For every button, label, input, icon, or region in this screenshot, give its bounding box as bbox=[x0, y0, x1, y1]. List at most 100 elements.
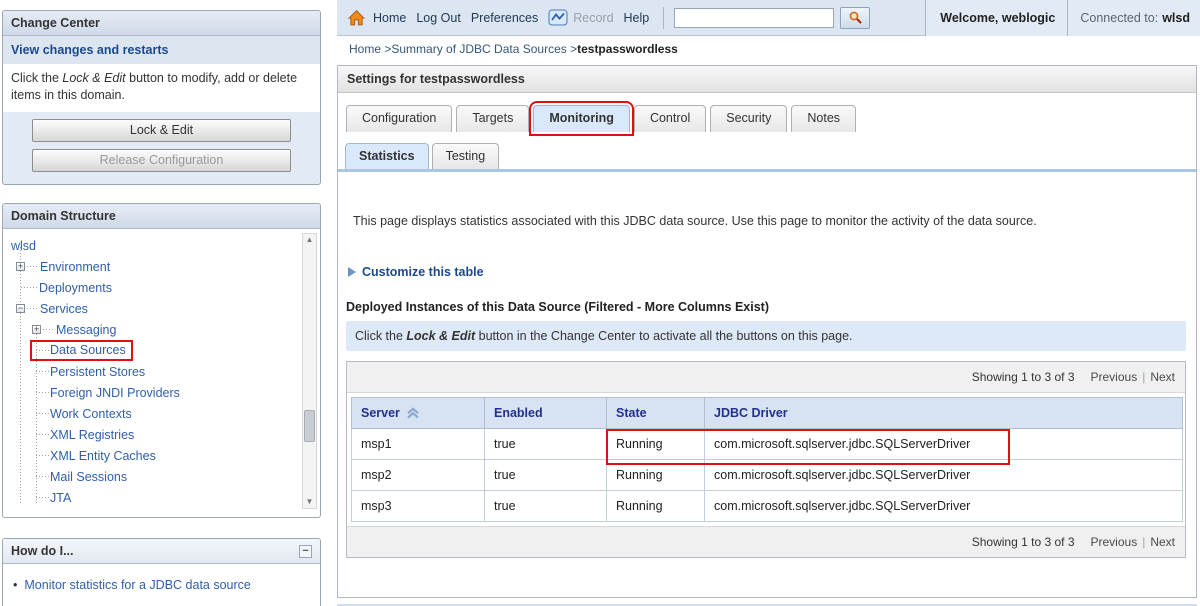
record-icon bbox=[548, 9, 568, 26]
tab-notes[interactable]: Notes bbox=[791, 105, 856, 132]
cell-server: msp3 bbox=[352, 491, 485, 522]
plus-icon[interactable]: + bbox=[16, 262, 25, 271]
cell-enabled: true bbox=[485, 460, 607, 491]
tree-dash bbox=[36, 434, 49, 435]
home-link[interactable]: Home bbox=[373, 11, 406, 25]
tree-item-xml-entity-caches[interactable]: XML Entity Caches bbox=[3, 445, 320, 466]
data-table-container: Showing 1 to 3 of 3 Previous | Next Serv… bbox=[346, 361, 1186, 558]
pagination-top: Showing 1 to 3 of 3 Previous | Next bbox=[347, 362, 1185, 393]
breadcrumb-current: testpasswordless bbox=[577, 42, 678, 56]
bullet-icon: • bbox=[13, 578, 17, 592]
showing-count: Showing 1 to 3 of 3 bbox=[972, 370, 1075, 384]
preferences-link[interactable]: Preferences bbox=[471, 11, 538, 25]
cell-state: Running bbox=[607, 460, 705, 491]
tree-dash bbox=[36, 371, 49, 372]
tree-dash bbox=[36, 413, 49, 414]
column-server[interactable]: Server bbox=[352, 398, 485, 429]
red-annotation-box: Data Sources bbox=[32, 342, 131, 359]
release-configuration-button: Release Configuration bbox=[32, 149, 292, 172]
subtab-statistics[interactable]: Statistics bbox=[345, 143, 429, 169]
table-row[interactable]: msp3 true Running com.microsoft.sqlserve… bbox=[352, 491, 1183, 522]
subtab-testing[interactable]: Testing bbox=[432, 143, 500, 169]
tab-targets[interactable]: Targets bbox=[456, 105, 529, 132]
cell-jdbc-driver: com.microsoft.sqlserver.jdbc.SQLServerDr… bbox=[705, 429, 1183, 460]
scrollbar-thumb[interactable] bbox=[304, 410, 315, 442]
lock-edit-button[interactable]: Lock & Edit bbox=[32, 119, 292, 142]
next-link[interactable]: Next bbox=[1150, 370, 1175, 384]
tree-dash bbox=[27, 308, 39, 309]
breadcrumb-summary[interactable]: Summary of JDBC Data Sources > bbox=[391, 42, 577, 56]
how-do-i-item: • Monitor statistics for a JDBC data sou… bbox=[3, 564, 320, 592]
column-enabled[interactable]: Enabled bbox=[485, 398, 607, 429]
tree-dash bbox=[21, 287, 38, 288]
tab-control[interactable]: Control bbox=[634, 105, 706, 132]
table-row[interactable]: msp2 true Running com.microsoft.sqlserve… bbox=[352, 460, 1183, 491]
view-changes-row: View changes and restarts bbox=[3, 36, 320, 64]
tree-dash bbox=[36, 392, 49, 393]
previous-link[interactable]: Previous bbox=[1091, 535, 1138, 549]
showing-count: Showing 1 to 3 of 3 bbox=[972, 535, 1075, 549]
home-icon[interactable] bbox=[347, 9, 366, 27]
tab-security[interactable]: Security bbox=[710, 105, 787, 132]
tree-scrollbar[interactable]: ▲ ▼ bbox=[302, 233, 317, 509]
cell-jdbc-driver: com.microsoft.sqlserver.jdbc.SQLServerDr… bbox=[705, 460, 1183, 491]
help-link[interactable]: Help bbox=[624, 11, 650, 25]
toolbar-divider bbox=[663, 7, 664, 29]
column-state[interactable]: State bbox=[607, 398, 705, 429]
column-jdbc-driver[interactable]: JDBC Driver bbox=[705, 398, 1183, 429]
tree-dash bbox=[43, 329, 55, 330]
tab-monitoring[interactable]: Monitoring bbox=[533, 105, 630, 132]
customize-table-link[interactable]: Customize this table bbox=[348, 265, 1196, 279]
tree-item-jta[interactable]: JTA bbox=[3, 487, 320, 508]
next-link[interactable]: Next bbox=[1150, 535, 1175, 549]
domain-structure-header: Domain Structure bbox=[3, 204, 320, 229]
tree-item-mail-sessions[interactable]: Mail Sessions bbox=[3, 466, 320, 487]
tab-configuration[interactable]: Configuration bbox=[346, 105, 452, 132]
expand-arrow-icon bbox=[348, 267, 356, 277]
tree-dash bbox=[36, 497, 49, 498]
tree-item-environment[interactable]: +Environment bbox=[3, 256, 320, 277]
search-icon bbox=[848, 10, 863, 25]
table-row[interactable]: msp1 true Running com.microsoft.sqlserve… bbox=[352, 429, 1183, 460]
how-do-i-panel: How do I... − • Monitor statistics for a… bbox=[2, 538, 321, 606]
main-column: Home Log Out Preferences Record Help Wel… bbox=[337, 0, 1200, 606]
tree-item-foreign-jndi-providers[interactable]: Foreign JNDI Providers bbox=[3, 382, 320, 403]
tree-item-deployments[interactable]: Deployments bbox=[3, 277, 320, 298]
collapse-icon[interactable]: − bbox=[299, 545, 312, 558]
scroll-up-icon[interactable]: ▲ bbox=[303, 234, 316, 246]
breadcrumb-home[interactable]: Home > bbox=[349, 42, 391, 56]
tree-dash bbox=[36, 350, 49, 351]
sort-ascending-icon[interactable] bbox=[406, 407, 420, 419]
plus-icon[interactable]: + bbox=[32, 325, 41, 334]
tree-item-xml-registries[interactable]: XML Registries bbox=[3, 424, 320, 445]
tree-item-osgi-frameworks[interactable]: OSGi Frameworks bbox=[3, 508, 320, 512]
cell-jdbc-driver: com.microsoft.sqlserver.jdbc.SQLServerDr… bbox=[705, 491, 1183, 522]
previous-link[interactable]: Previous bbox=[1091, 370, 1138, 384]
tree-dash bbox=[36, 476, 49, 477]
monitor-statistics-link[interactable]: Monitor statistics for a JDBC data sourc… bbox=[24, 578, 250, 592]
instances-table: Server Enabled State JDBC Driver bbox=[351, 397, 1183, 522]
view-changes-link[interactable]: View changes and restarts bbox=[11, 43, 168, 57]
cell-enabled: true bbox=[485, 491, 607, 522]
how-do-i-title: How do I... bbox=[11, 539, 74, 563]
pagination-bottom: Showing 1 to 3 of 3 Previous | Next bbox=[347, 526, 1185, 557]
how-do-i-header: How do I... − bbox=[3, 539, 320, 564]
table-header-row: Server Enabled State JDBC Driver bbox=[352, 398, 1183, 429]
search-button[interactable] bbox=[840, 7, 870, 29]
minus-icon[interactable]: − bbox=[16, 304, 25, 313]
tree-item-data-sources[interactable]: Data Sources bbox=[3, 340, 320, 361]
search-input[interactable] bbox=[674, 8, 834, 28]
logout-link[interactable]: Log Out bbox=[416, 11, 460, 25]
welcome-section: Welcome, weblogic Connected to:wlsd bbox=[925, 0, 1200, 36]
tree-item-work-contexts[interactable]: Work Contexts bbox=[3, 403, 320, 424]
tree-item-messaging[interactable]: +Messaging bbox=[3, 319, 320, 340]
tree-item-wlsd[interactable]: wlsd bbox=[3, 235, 320, 256]
cell-enabled: true bbox=[485, 429, 607, 460]
tree-item-services[interactable]: −Services bbox=[3, 298, 320, 319]
scroll-down-icon[interactable]: ▼ bbox=[303, 496, 316, 508]
tree-item-persistent-stores[interactable]: Persistent Stores bbox=[3, 361, 320, 382]
tree-dash bbox=[27, 266, 39, 267]
page-description: This page displays statistics associated… bbox=[353, 214, 1182, 228]
record-label: Record bbox=[573, 11, 613, 25]
change-center-header: Change Center bbox=[3, 11, 320, 36]
